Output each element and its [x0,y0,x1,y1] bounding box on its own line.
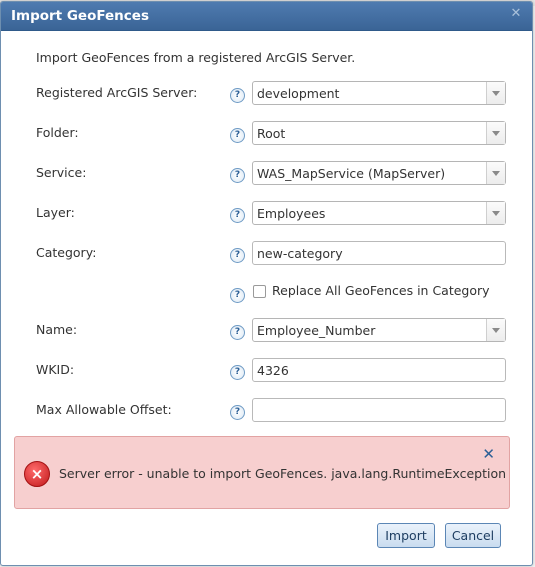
category-help-icon[interactable]: ? [230,248,245,263]
chevron-down-icon[interactable] [486,319,505,341]
wkid-input-value: 4326 [257,363,289,378]
close-icon[interactable]: ✕ [509,7,523,21]
replace-help-icon[interactable]: ? [230,288,245,303]
category-label: Category: [36,245,97,260]
name-label: Name: [36,322,78,337]
name-select[interactable]: Employee_Number [252,318,506,342]
dialog-title: Import GeoFences [11,8,149,24]
chevron-down-icon[interactable] [486,82,505,104]
service-select-value: WAS_MapService (MapServer) [257,166,446,181]
wkid-label: WKID: [36,362,75,377]
offset-input[interactable] [252,398,506,422]
server-select-value: development [257,86,340,101]
offset-label: Max Allowable Offset: [36,402,172,417]
import-geofences-dialog: Import GeoFences ✕ Import GeoFences from… [0,1,533,566]
wkid-input[interactable]: 4326 [252,358,506,382]
offset-help-icon[interactable]: ? [230,405,245,420]
service-select[interactable]: WAS_MapService (MapServer) [252,161,506,185]
folder-select-value: Root [257,126,286,141]
import-button[interactable]: Import [377,523,435,548]
server-label: Registered ArcGIS Server: [36,85,198,100]
replace-all-checkbox[interactable] [253,285,266,298]
layer-help-icon[interactable]: ? [230,208,245,223]
server-select[interactable]: development [252,81,506,105]
error-message-text: Server error - unable to import GeoFence… [59,466,507,481]
layer-select-value: Employees [257,206,326,221]
folder-select[interactable]: Root [252,121,506,145]
folder-help-icon[interactable]: ? [230,128,245,143]
layer-label: Layer: [36,205,75,220]
server-help-icon[interactable]: ? [230,88,245,103]
category-input[interactable]: new-category [252,241,506,265]
dismiss-error-icon[interactable]: ✕ [482,445,495,463]
chevron-down-icon[interactable] [486,202,505,224]
error-message-box: × Server error - unable to import GeoFen… [14,436,510,509]
chevron-down-icon[interactable] [486,162,505,184]
error-icon: × [24,461,50,487]
layer-select[interactable]: Employees [252,201,506,225]
cancel-button[interactable]: Cancel [445,523,501,548]
dialog-intro-text: Import GeoFences from a registered ArcGI… [36,50,356,65]
folder-label: Folder: [36,125,79,140]
replace-all-label[interactable]: Replace All GeoFences in Category [272,283,490,298]
service-label: Service: [36,165,87,180]
service-help-icon[interactable]: ? [230,168,245,183]
category-input-value: new-category [257,246,343,261]
name-help-icon[interactable]: ? [230,325,245,340]
dialog-titlebar[interactable]: Import GeoFences ✕ [1,2,532,31]
chevron-down-icon[interactable] [486,122,505,144]
name-select-value: Employee_Number [257,323,376,338]
wkid-help-icon[interactable]: ? [230,365,245,380]
